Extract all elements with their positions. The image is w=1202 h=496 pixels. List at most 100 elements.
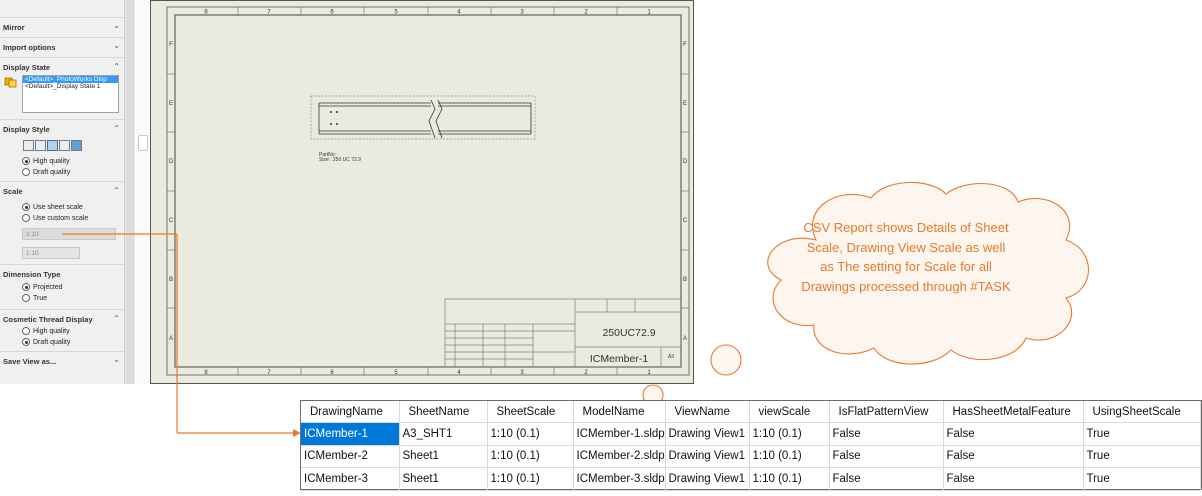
display-state-option-selected[interactable]: <Default>_PhotoWorks Disp [23, 76, 118, 83]
table-cell[interactable]: Drawing View1 [665, 467, 750, 491]
zone-letter: F [683, 42, 687, 48]
zone-letter: E [169, 101, 173, 107]
chevron-up-icon[interactable]: ⌃ [113, 186, 120, 195]
table-cell[interactable]: ICMember-3 [301, 467, 400, 491]
column-header[interactable]: SheetScale [487, 401, 574, 423]
table-cell[interactable]: 1:10 (0.1) [487, 467, 574, 491]
display-state-list[interactable]: <Default>_PhotoWorks Disp <Default>_Disp… [22, 75, 119, 113]
use-sheet-scale-radio[interactable]: Use sheet scale [22, 203, 83, 211]
zone-letter: B [683, 277, 687, 283]
group-display-style: Display Style ⌃ High quality Draft quali… [0, 119, 124, 182]
table-cell[interactable]: A3_SHT1 [399, 422, 488, 446]
scrollbar-thumb[interactable] [126, 0, 134, 384]
property-manager-panel: Mirror ⌄ Import options ⌄ Display State … [0, 0, 125, 384]
hidden-lines-visible-style-button[interactable] [35, 140, 46, 151]
table-cell[interactable]: False [829, 445, 944, 469]
table-cell[interactable]: Sheet1 [399, 467, 488, 491]
dimension-projected-radio[interactable]: Projected [22, 283, 63, 291]
title-block-sheet-size: A3 [668, 354, 674, 360]
thread-draft-quality-radio[interactable]: Draft quality [22, 338, 70, 346]
table-cell[interactable]: ICMember-2 [301, 445, 400, 469]
chevron-up-icon[interactable]: ⌃ [113, 314, 120, 323]
table-cell[interactable]: True [1083, 422, 1201, 446]
title-block-description: 250UC72.9 [602, 327, 655, 339]
chevron-up-icon[interactable]: ⌃ [113, 124, 120, 133]
column-header[interactable]: SheetName [399, 401, 488, 423]
radio-label: True [33, 294, 48, 302]
column-header[interactable]: HasSheetMetalFeature [943, 401, 1084, 423]
group-title: Cosmetic Thread Display [3, 315, 93, 324]
table-row[interactable]: ICMember-2 Sheet1 1:10 (0.1) ICMember-2.… [301, 445, 1201, 469]
scale-dropdown[interactable]: 1:10 [22, 228, 116, 240]
table-cell[interactable]: False [943, 445, 1084, 469]
display-state-icon [4, 77, 17, 88]
display-style-draft-quality-radio[interactable]: Draft quality [22, 168, 70, 176]
thread-high-quality-radio[interactable]: High quality [22, 327, 70, 335]
chevron-down-icon[interactable]: ⌄ [113, 41, 120, 50]
group-import-options[interactable]: Import options ⌄ [0, 37, 124, 58]
splitter-grip[interactable] [138, 135, 148, 151]
column-header[interactable]: IsFlatPatternView [829, 401, 944, 423]
zone-letter: F [169, 42, 173, 48]
radio-label: High quality [33, 157, 70, 165]
group-title: Display Style [3, 125, 50, 134]
radio-label: High quality [33, 327, 70, 335]
table-cell[interactable]: ICMember-3.sldprt [573, 467, 666, 491]
group-dimension-type: Dimension Type Projected True [0, 264, 124, 310]
custom-scale-input[interactable]: 1:10 [22, 247, 80, 259]
table-cell[interactable]: 1:10 (0.1) [487, 422, 574, 446]
column-header[interactable]: UsingSheetScale [1083, 401, 1201, 423]
table-cell[interactable]: True [1083, 467, 1201, 491]
use-custom-scale-radio[interactable]: Use custom scale [22, 214, 88, 222]
table-cell[interactable]: 1:10 (0.1) [749, 422, 830, 446]
shaded-with-edges-style-button[interactable] [59, 140, 70, 151]
group-save-view-as[interactable]: Save View as... ⌄ [0, 351, 124, 372]
group-title: Scale [3, 187, 23, 196]
group-title: Display State [3, 63, 51, 72]
table-cell[interactable]: False [943, 467, 1084, 491]
group-cosmetic-thread-display: Cosmetic Thread Display ⌃ High quality D… [0, 309, 124, 352]
chevron-down-icon[interactable]: ⌄ [113, 355, 120, 364]
drawing-sheet[interactable]: 8 7 6 5 4 3 2 1 8 7 6 5 4 3 2 1 F E D C … [151, 1, 693, 383]
radio-label: Use sheet scale [33, 203, 83, 211]
table-cell[interactable]: Drawing View1 [665, 445, 750, 469]
table-cell-selected[interactable]: ICMember-1 [301, 422, 400, 446]
chevron-down-icon[interactable]: ⌄ [113, 21, 120, 30]
hidden-lines-removed-style-button[interactable] [47, 140, 58, 151]
display-style-high-quality-radio[interactable]: High quality [22, 157, 70, 165]
panel-scrollbar[interactable] [125, 0, 135, 384]
drawing-sheet-viewport[interactable]: 8 7 6 5 4 3 2 1 8 7 6 5 4 3 2 1 F E D C … [150, 0, 694, 384]
radio-label: Draft quality [33, 338, 71, 346]
table-cell[interactable]: ICMember-1.sldprt [573, 422, 666, 446]
dimension-true-radio[interactable]: True [22, 294, 47, 302]
group-mirror[interactable]: Mirror ⌄ [0, 17, 124, 38]
table-cell[interactable]: 1:10 (0.1) [749, 467, 830, 491]
size-note: Size : 250 UC 72.9 [319, 157, 361, 163]
header-row: DrawingName SheetName SheetScale ModelNa… [301, 401, 1201, 423]
table-cell[interactable]: True [1083, 445, 1201, 469]
table-row[interactable]: ICMember-3 Sheet1 1:10 (0.1) ICMember-3.… [301, 467, 1201, 491]
table-cell[interactable]: 1:10 (0.1) [749, 445, 830, 469]
table-cell[interactable]: 1:10 (0.1) [487, 445, 574, 469]
column-header[interactable]: viewScale [749, 401, 830, 423]
group-title: Save View as... [3, 357, 57, 366]
table-cell[interactable]: False [829, 422, 944, 446]
table-cell[interactable]: False [943, 422, 1084, 446]
zone-letter: A [683, 336, 687, 342]
chevron-up-icon[interactable]: ⌃ [113, 62, 120, 71]
wireframe-style-button[interactable] [23, 140, 34, 151]
table-row[interactable]: ICMember-1 A3_SHT1 1:10 (0.1) ICMember-1… [301, 422, 1201, 446]
shaded-style-button[interactable] [71, 140, 82, 151]
table-cell[interactable]: ICMember-2.sldprt [573, 445, 666, 469]
column-header[interactable]: ModelName [573, 401, 666, 423]
table-cell[interactable]: False [829, 467, 944, 491]
display-state-option[interactable]: <Default>_Display State 1 [23, 83, 118, 90]
panel-splitter[interactable] [135, 0, 149, 384]
csv-report-grid[interactable]: DrawingName SheetName SheetScale ModelNa… [300, 400, 1202, 491]
title-block-drawing-name: ICMember-1 [590, 353, 649, 365]
table-cell[interactable]: Drawing View1 [665, 422, 750, 446]
column-header[interactable]: DrawingName [301, 401, 400, 423]
column-header[interactable]: ViewName [665, 401, 750, 423]
table-cell[interactable]: Sheet1 [399, 445, 488, 469]
callout-text: CSV Report shows Details of Sheet Scale,… [801, 220, 1011, 294]
